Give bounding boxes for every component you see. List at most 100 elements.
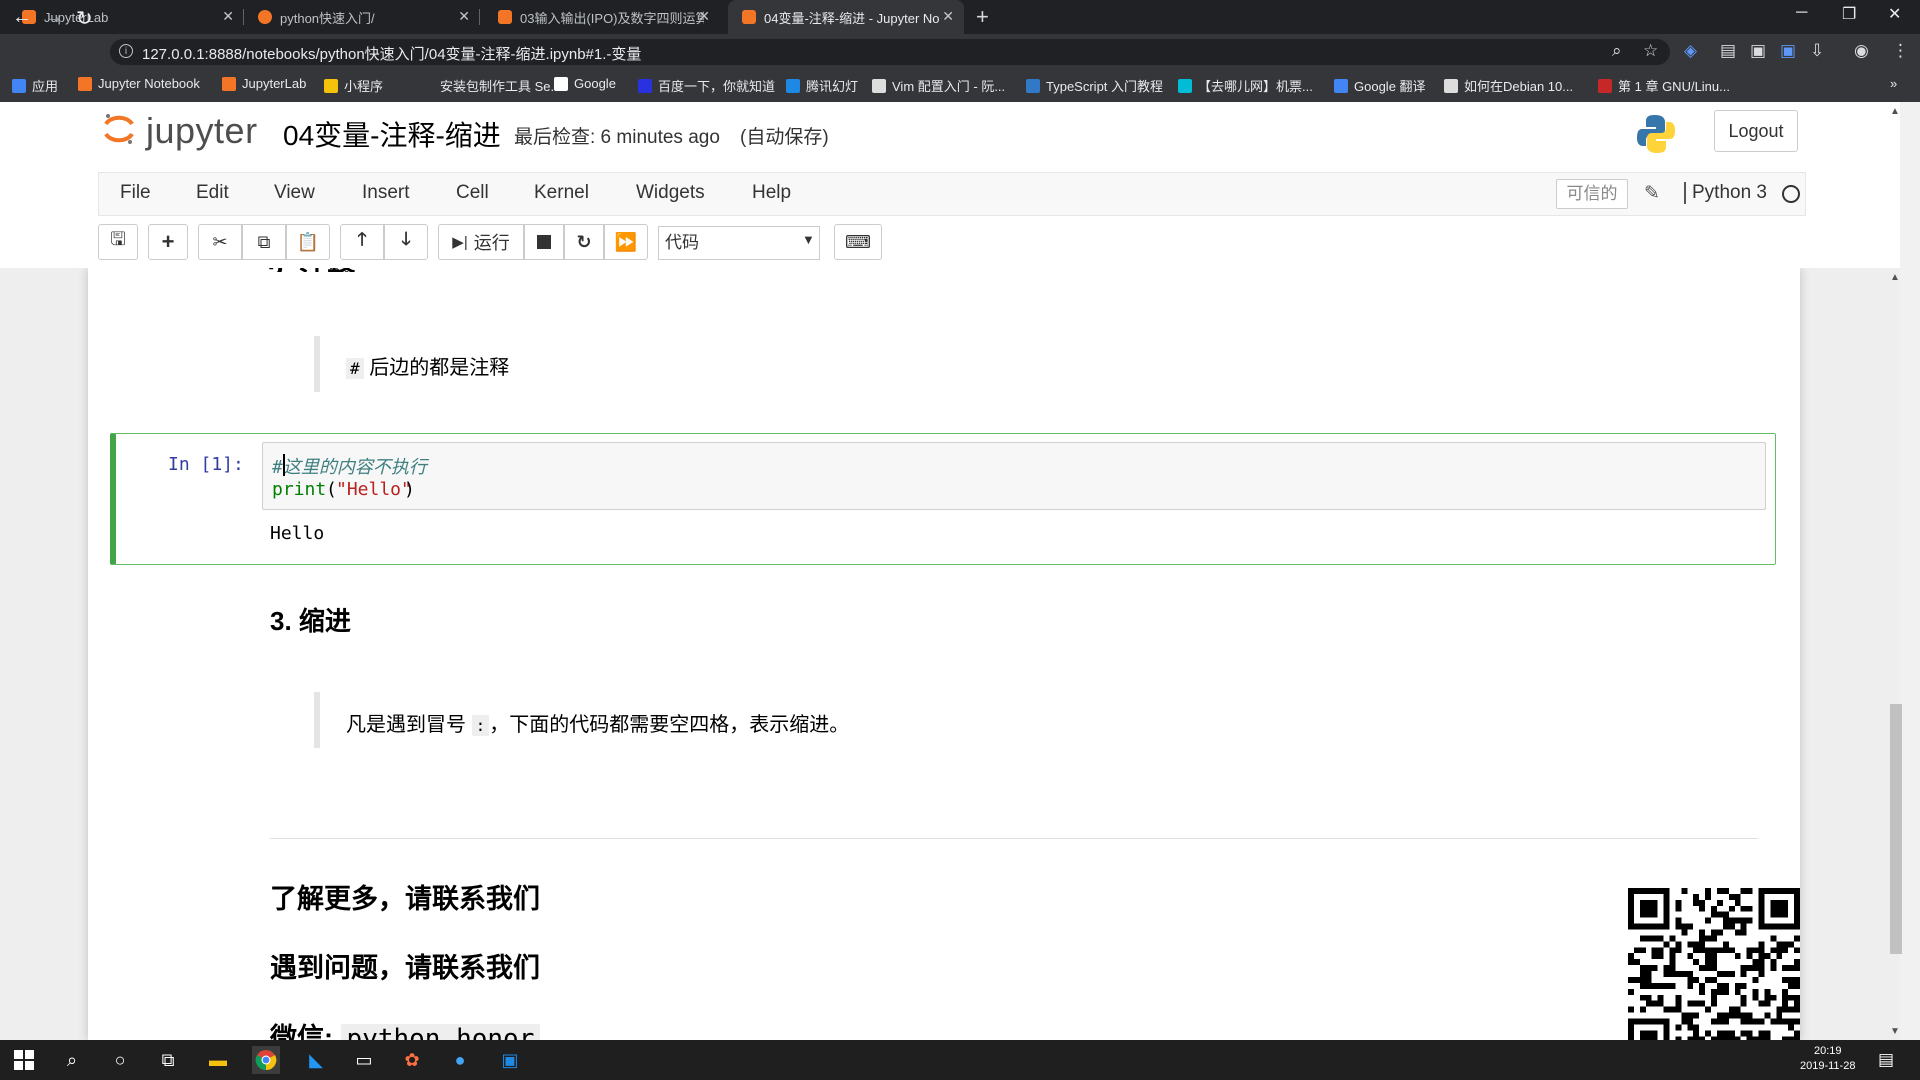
menu-edit[interactable]: Edit [196,182,229,204]
bookmark-item[interactable]: 第 1 章 GNU/Linu... [1598,76,1730,95]
menu-insert[interactable]: Insert [362,182,410,204]
browser-tab-active[interactable]: 04变量-注释-缩进 - Jupyter No ✕ [728,0,964,34]
scroll-up-icon[interactable]: ▲ [1890,272,1900,283]
bookmark-item[interactable]: TypeScript 入门教程 [1026,76,1163,95]
close-window-icon[interactable]: ✕ [1888,4,1901,24]
run-button[interactable]: ▶| 运行 [438,224,524,260]
scroll-up-icon[interactable]: ▲ [1890,106,1900,117]
scissors-icon: ✂ [212,231,228,252]
restart-button[interactable]: ↻ [564,224,604,260]
site-info-icon[interactable]: i [119,44,133,58]
extension-icon[interactable]: ▣ [1780,41,1796,61]
tab-close-icon[interactable]: ✕ [222,8,234,25]
logout-button[interactable]: Logout [1714,110,1798,152]
bookmark-item[interactable]: Google [554,76,616,91]
scrollbar-thumb[interactable] [1890,704,1902,954]
bookmark-item[interactable]: 安装包制作工具 Se... [420,76,561,95]
tab-close-icon[interactable]: ✕ [458,8,470,25]
more-menu-icon[interactable]: ⋮ [1892,41,1909,61]
bookmark-item[interactable]: JupyterLab [222,76,306,91]
cut-button[interactable]: ✂ [198,224,242,260]
menu-view[interactable]: View [274,182,315,204]
paste-button[interactable]: 📋 [286,224,330,260]
insert-cell-button[interactable]: + [148,224,188,260]
pencil-icon[interactable]: ✎ [1644,182,1660,205]
tab-close-icon[interactable]: ✕ [698,8,710,25]
bookmark-item[interactable]: Jupyter Notebook [78,76,200,91]
jupyter-logo-text[interactable]: jupyter [146,110,258,152]
back-arrow-icon[interactable]: ← [12,6,32,29]
jupyter-logo-icon[interactable] [102,112,136,146]
bookmark-item[interactable]: 如何在Debian 10... [1444,76,1573,95]
bookmark-item[interactable]: 【去哪儿网】机票... [1178,76,1313,95]
url-text[interactable]: 127.0.0.1:8888/notebooks/python快速入门/04变量… [142,43,641,64]
interrupt-button[interactable] [524,224,564,260]
kernel-name[interactable]: Python 3 [1684,182,1767,204]
download-icon[interactable]: ⇩ [1810,41,1824,61]
tab-close-icon[interactable]: ✕ [942,8,954,25]
comment-note: # 后边的都是注释 [346,351,509,380]
bookmark-favicon-icon [1026,78,1040,93]
notebook-title[interactable]: 04变量-注释-缩进 [283,114,501,154]
vscode-icon[interactable]: ◣ [302,1046,330,1074]
scroll-down-icon[interactable]: ▼ [1890,1026,1900,1037]
extension-icon[interactable]: ▤ [1720,41,1736,61]
menu-widgets[interactable]: Widgets [636,182,705,204]
menu-file[interactable]: File [120,182,151,204]
menu-cell[interactable]: Cell [456,182,489,204]
copy-button[interactable]: ⧉ [242,224,286,260]
code-string[interactable]: "Hello" [336,479,412,500]
bookmark-item[interactable]: 百度一下，你就知道 [638,76,775,95]
code-keyword[interactable]: print [272,479,326,500]
minimize-icon[interactable]: ─ [1796,4,1807,22]
search-icon[interactable]: ⌕ [58,1046,86,1074]
app-icon[interactable]: ● [446,1046,474,1074]
code-comment[interactable]: #这里的内容不执行 [272,453,427,479]
cortana-icon[interactable]: ○ [106,1046,134,1074]
forward-arrow-icon[interactable]: → [44,6,64,29]
file-explorer-icon[interactable]: ▬ [204,1046,232,1074]
move-down-button[interactable]: 🡓 [384,224,428,260]
jupyter-favicon-icon [742,10,756,24]
extension-icon[interactable]: ▣ [1750,41,1766,61]
kernel-idle-icon [1782,185,1800,203]
cell-type-select[interactable]: 代码 [658,226,820,260]
app-icon[interactable]: ✿ [398,1046,426,1074]
move-up-button[interactable]: 🡑 [340,224,384,260]
browser-tab[interactable]: 03输入输出(IPO)及数字四则运算 ✕ [484,0,720,34]
command-palette-button[interactable]: ⌨ [834,224,882,260]
trusted-badge[interactable]: 可信的 [1556,179,1628,209]
new-tab-button[interactable]: + [976,4,989,30]
windows-start-icon[interactable] [10,1046,38,1074]
blockquote-bar [314,336,320,392]
bookmark-item[interactable]: 应用 [12,76,58,95]
bookmarks-overflow-icon[interactable]: » [1890,76,1897,91]
zoom-icon[interactable]: ⌕ [1612,41,1622,61]
bookmark-item[interactable]: 小程序 [324,76,383,95]
browser-tab[interactable]: python快速入门/ ✕ [244,0,480,34]
code-editor[interactable] [262,442,1766,510]
bookmark-star-icon[interactable]: ☆ [1643,41,1658,61]
reload-icon[interactable]: ↻ [76,6,93,31]
bookmark-item[interactable]: 腾讯幻灯 [786,76,858,95]
chrome-icon[interactable] [252,1046,280,1074]
jupyter-favicon-icon [258,10,272,24]
system-clock[interactable]: 20:19 2019-11-28 [1800,1044,1855,1074]
bookmark-item[interactable]: Google 翻译 [1334,76,1426,95]
notification-icon[interactable]: ▤ [1878,1050,1894,1070]
page-scrollbar-track[interactable] [1900,102,1920,1040]
app-icon[interactable]: ▣ [496,1046,524,1074]
dropdown-caret-icon[interactable]: ▼ [802,232,815,247]
save-button[interactable]: 🖫 [98,224,138,260]
terminal-icon[interactable]: ▭ [350,1046,378,1074]
extension-icon[interactable]: ◈ [1684,41,1697,61]
task-view-icon[interactable]: ⧉ [154,1046,182,1074]
bookmark-item[interactable]: Vim 配置入门 - 阮... [872,76,1005,95]
code-paren[interactable]: ) [404,479,415,500]
restart-run-all-button[interactable]: ⏩ [604,224,648,260]
menu-help[interactable]: Help [752,182,791,204]
bookmark-favicon-icon [420,78,434,93]
account-icon[interactable]: ◉ [1854,41,1869,61]
menu-kernel[interactable]: Kernel [534,182,589,204]
restore-icon[interactable]: ❐ [1842,4,1856,24]
